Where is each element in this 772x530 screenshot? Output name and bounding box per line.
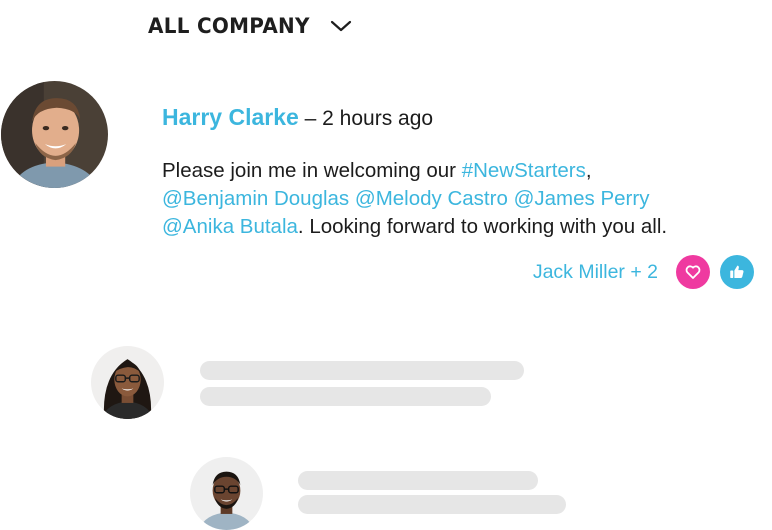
post-meta: Harry Clarke – 2 hours ago <box>162 104 433 131</box>
comment-placeholder-line <box>298 471 538 490</box>
body-suffix: . Looking forward to working with you al… <box>297 215 668 238</box>
mention-link[interactable]: @Anika Butala <box>162 215 298 238</box>
chevron-down-icon <box>330 19 352 33</box>
mention-link[interactable]: @Melody Castro <box>355 187 508 210</box>
author-name[interactable]: Harry Clarke <box>162 104 299 130</box>
meta-separator: – <box>304 107 323 130</box>
body-comma: , <box>585 159 592 182</box>
body-prefix: Please join me in welcoming our <box>162 159 462 182</box>
hashtag-link[interactable]: #NewStarters <box>462 159 586 182</box>
love-button[interactable] <box>676 255 710 289</box>
comment-placeholder-line <box>298 495 566 514</box>
like-button[interactable] <box>720 255 754 289</box>
comment-placeholder-line <box>200 387 491 406</box>
heart-icon <box>685 265 701 279</box>
author-avatar[interactable] <box>1 81 108 188</box>
commenter-avatar[interactable] <box>91 346 164 419</box>
mention-link[interactable]: @Benjamin Douglas <box>162 187 349 210</box>
post-timestamp: 2 hours ago <box>322 107 434 130</box>
commenter-avatar[interactable] <box>190 457 263 530</box>
post-body: Please join me in welcoming our #NewStar… <box>162 157 752 241</box>
comment-placeholder-line <box>200 361 524 380</box>
reacted-by-link[interactable]: Jack Miller + 2 <box>533 261 658 284</box>
mention-link[interactable]: @James Perry <box>514 187 650 210</box>
feed-title: ALL COMPANY <box>148 14 310 38</box>
reactions-row: Jack Miller + 2 <box>533 255 754 289</box>
feed-selector[interactable]: ALL COMPANY <box>148 14 352 38</box>
thumbs-up-icon <box>730 265 744 278</box>
